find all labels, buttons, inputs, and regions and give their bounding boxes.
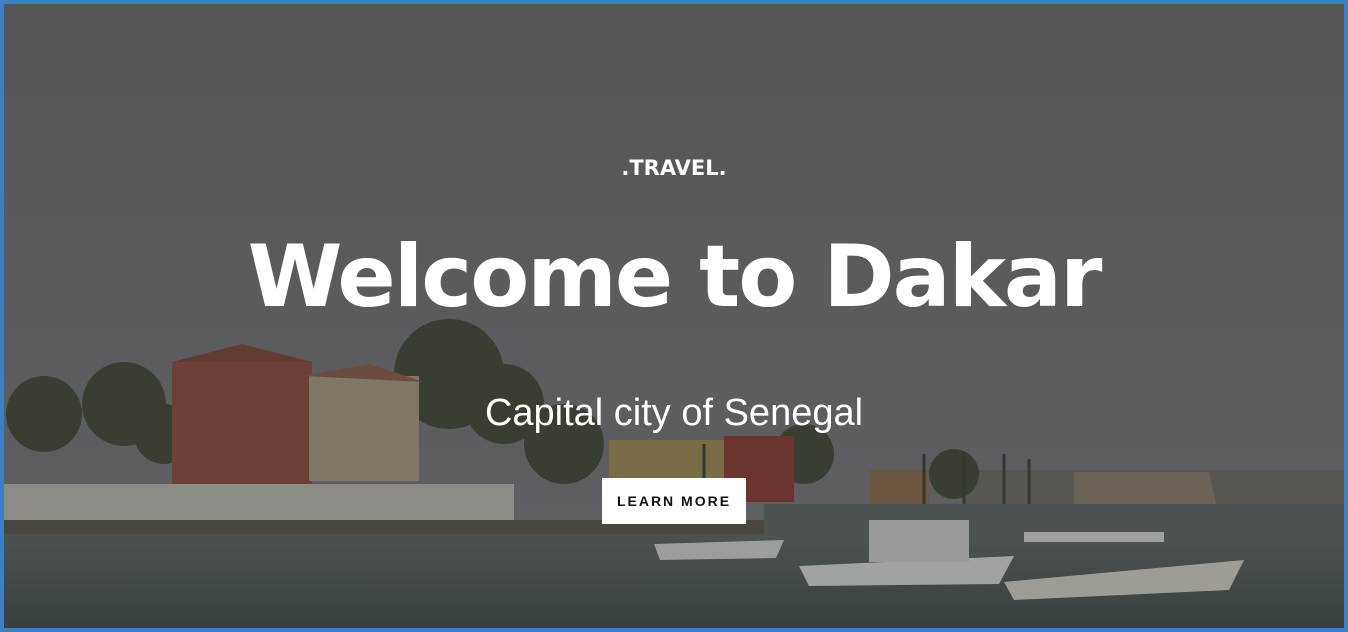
hero-subtitle: Capital city of Senegal <box>484 392 864 434</box>
hero-headline: Welcome to Dakar <box>247 227 1103 327</box>
learn-more-button[interactable]: LEARN MORE <box>602 478 746 524</box>
hero-frame: .TRAVEL. Welcome to Dakar Capital city o… <box>0 0 1348 632</box>
hero-content: .TRAVEL. Welcome to Dakar Capital city o… <box>4 4 1344 628</box>
brand-logo: .TRAVEL. <box>621 156 727 180</box>
